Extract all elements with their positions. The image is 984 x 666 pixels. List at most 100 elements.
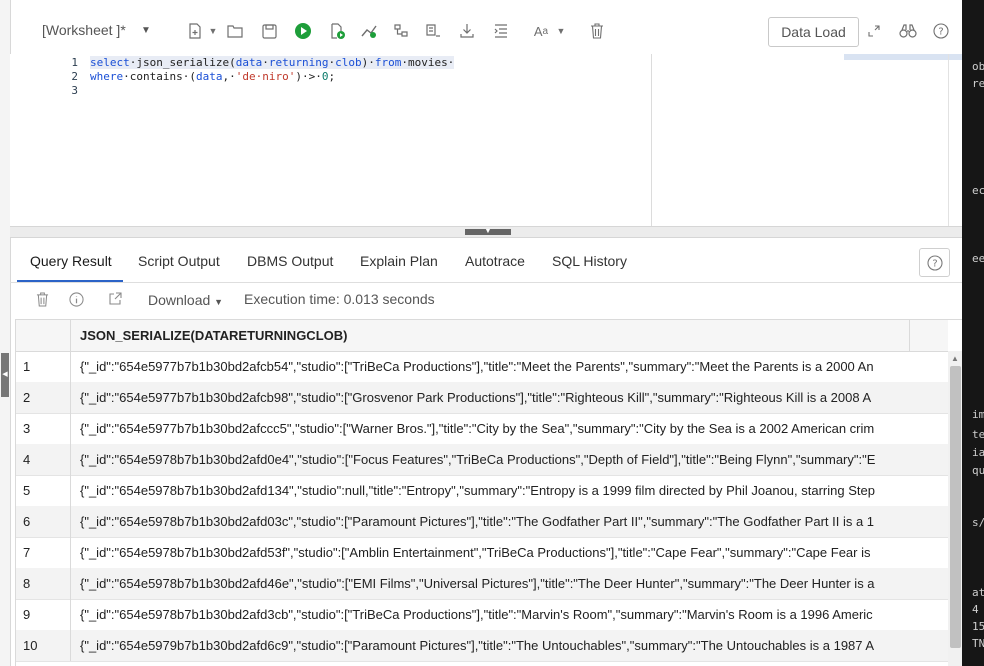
run-script-icon[interactable] bbox=[326, 20, 348, 42]
data-load-button[interactable]: Data Load bbox=[768, 17, 859, 47]
download-label: Download bbox=[148, 292, 211, 308]
code-line-2: where·contains·(data,·'de·niro')·>·0; bbox=[90, 70, 336, 83]
json-cell[interactable]: {"_id":"654e5978b7b1b30bd2afd0e4","studi… bbox=[80, 452, 909, 467]
line-number: 2 bbox=[71, 70, 78, 83]
expand-icon[interactable] bbox=[863, 20, 885, 42]
new-worksheet-dropdown-icon[interactable]: ▼ bbox=[202, 20, 224, 42]
table-row[interactable]: 9 {"_id":"654e5978b7b1b30bd2afd3cb","stu… bbox=[16, 599, 948, 631]
sql-worksheet-app: ◀ [Worksheet ]* ▼ ▼ A a ▼ Data Load ? 1 … bbox=[0, 0, 962, 666]
active-tab-indicator bbox=[17, 280, 123, 282]
open-folder-icon[interactable] bbox=[224, 20, 246, 42]
code-line-1: select·json_serialize(data·returning·clo… bbox=[90, 56, 455, 69]
grid-header: JSON_SERIALIZE(DATARETURNINGCLOB) bbox=[16, 320, 948, 352]
sql-code[interactable]: select·json_serialize(data·returning·clo… bbox=[90, 56, 455, 98]
table-row[interactable]: 2 {"_id":"654e5977b7b1b30bd2afcb98","stu… bbox=[16, 382, 948, 414]
sql-history-icon[interactable] bbox=[422, 20, 444, 42]
sql-editor[interactable]: 1 2 3 select·json_serialize(data·returni… bbox=[10, 54, 962, 226]
run-statement-icon[interactable] bbox=[292, 20, 314, 42]
row-number: 1 bbox=[23, 359, 31, 374]
explain-plan-icon[interactable] bbox=[358, 20, 380, 42]
terminal-text: ee bbox=[972, 252, 984, 265]
table-row[interactable]: 10 {"_id":"654e5979b7b1b30bd2afd6c9","st… bbox=[16, 630, 948, 662]
row-number-cell: 9 bbox=[16, 599, 71, 630]
tab-explain-plan[interactable]: Explain Plan bbox=[360, 253, 438, 269]
row-number: 8 bbox=[23, 576, 31, 591]
row-number-cell: 3 bbox=[16, 413, 71, 444]
json-cell[interactable]: {"_id":"654e5978b7b1b30bd2afd53f","studi… bbox=[80, 545, 909, 560]
scrollbar-thumb[interactable] bbox=[950, 366, 961, 648]
text-case-dropdown-icon[interactable]: ▼ bbox=[550, 20, 572, 42]
autotrace-icon[interactable] bbox=[390, 20, 412, 42]
row-number-cell: 7 bbox=[16, 537, 71, 568]
tab-script-output[interactable]: Script Output bbox=[138, 253, 220, 269]
row-number-header bbox=[16, 320, 71, 351]
json-cell[interactable]: {"_id":"654e5977b7b1b30bd2afcb54","studi… bbox=[80, 359, 909, 374]
table-row[interactable]: 6 {"_id":"654e5978b7b1b30bd2afd03c","stu… bbox=[16, 506, 948, 538]
tab-query-result[interactable]: Query Result bbox=[30, 253, 112, 269]
worksheet-dropdown-icon[interactable]: ▼ bbox=[141, 25, 151, 36]
help-icon[interactable]: ? bbox=[930, 20, 952, 42]
open-external-icon[interactable] bbox=[105, 289, 125, 309]
download-dropdown[interactable]: Download ▼ bbox=[148, 292, 223, 308]
worksheet-tab-label[interactable]: [Worksheet ]* bbox=[42, 22, 126, 38]
table-row[interactable]: 8 {"_id":"654e5978b7b1b30bd2afd46e","stu… bbox=[16, 568, 948, 600]
table-row[interactable]: 1 {"_id":"654e5977b7b1b30bd2afcb54","stu… bbox=[16, 351, 948, 383]
line-number: 1 bbox=[71, 56, 78, 69]
tab-autotrace[interactable]: Autotrace bbox=[465, 253, 525, 269]
table-row[interactable]: 3 {"_id":"654e5977b7b1b30bd2afccc5","stu… bbox=[16, 413, 948, 445]
expand-panel-handle[interactable]: ◀ bbox=[1, 353, 9, 397]
tab-dbms-output[interactable]: DBMS Output bbox=[247, 253, 333, 269]
editor-divider bbox=[651, 54, 652, 226]
format-icon[interactable] bbox=[490, 20, 512, 42]
terminal-text: 15 bbox=[972, 620, 984, 633]
table-row[interactable]: 4 {"_id":"654e5978b7b1b30bd2afd0e4","stu… bbox=[16, 444, 948, 476]
table-row[interactable]: 7 {"_id":"654e5978b7b1b30bd2afd53f","stu… bbox=[16, 537, 948, 569]
row-number-cell: 5 bbox=[16, 475, 71, 506]
editor-scrollbar[interactable] bbox=[948, 54, 949, 226]
terminal-text: re bbox=[972, 77, 984, 90]
row-number: 9 bbox=[23, 607, 31, 622]
clear-trash-icon[interactable] bbox=[586, 20, 608, 42]
row-number-cell: 10 bbox=[16, 630, 71, 661]
row-number: 3 bbox=[23, 421, 31, 436]
json-cell[interactable]: {"_id":"654e5977b7b1b30bd2afcb98","studi… bbox=[80, 390, 909, 405]
results-vertical-scrollbar[interactable]: ▲ bbox=[948, 351, 962, 666]
output-tabs: Query Result Script Output DBMS Output E… bbox=[10, 237, 962, 283]
row-number-cell: 1 bbox=[16, 351, 71, 382]
download-icon[interactable] bbox=[456, 20, 478, 42]
terminal-text: ia bbox=[972, 446, 984, 459]
json-cell[interactable]: {"_id":"654e5978b7b1b30bd2afd134","studi… bbox=[80, 483, 909, 498]
row-number: 4 bbox=[23, 452, 31, 467]
column-divider bbox=[909, 320, 910, 351]
background-terminal: ob re ec ee im te ia qu s/ at 4 15 TN bbox=[962, 0, 984, 666]
info-icon[interactable] bbox=[66, 289, 86, 309]
terminal-text: im bbox=[972, 408, 984, 421]
column-header[interactable]: JSON_SERIALIZE(DATARETURNINGCLOB) bbox=[80, 328, 347, 343]
text-case-icon[interactable]: Aa bbox=[530, 20, 552, 42]
terminal-text: at bbox=[972, 586, 984, 599]
row-number-cell: 8 bbox=[16, 568, 71, 599]
tab-sql-history[interactable]: SQL History bbox=[552, 253, 627, 269]
json-cell[interactable]: {"_id":"654e5978b7b1b30bd2afd3cb","studi… bbox=[80, 607, 909, 622]
row-number: 7 bbox=[23, 545, 31, 560]
json-cell[interactable]: {"_id":"654e5977b7b1b30bd2afccc5","studi… bbox=[80, 421, 909, 436]
json-cell[interactable]: {"_id":"654e5978b7b1b30bd2afd03c","studi… bbox=[80, 514, 909, 529]
save-icon[interactable] bbox=[258, 20, 280, 42]
json-cell[interactable]: {"_id":"654e5978b7b1b30bd2afd46e","studi… bbox=[80, 576, 909, 591]
clear-results-trash-icon[interactable] bbox=[32, 289, 52, 309]
execution-time: Execution time: 0.013 seconds bbox=[244, 291, 435, 307]
row-number: 6 bbox=[23, 514, 31, 529]
chevron-down-icon: ▼ bbox=[214, 297, 224, 307]
find-binoculars-icon[interactable] bbox=[897, 20, 919, 42]
line-number: 3 bbox=[71, 84, 78, 97]
row-number: 2 bbox=[23, 390, 31, 405]
terminal-text: te bbox=[972, 428, 984, 441]
json-cell[interactable]: {"_id":"654e5979b7b1b30bd2afd6c9","studi… bbox=[80, 638, 909, 653]
scroll-up-arrow-icon[interactable]: ▲ bbox=[951, 354, 959, 363]
results-help-button[interactable]: ? bbox=[919, 248, 950, 277]
terminal-text: s/ bbox=[972, 516, 984, 529]
table-row[interactable]: 5 {"_id":"654e5978b7b1b30bd2afd134","stu… bbox=[16, 475, 948, 507]
splitter-collapse-icon[interactable]: ▼ bbox=[465, 228, 511, 235]
row-number-cell: 2 bbox=[16, 382, 71, 413]
editor-overview-highlight bbox=[844, 54, 962, 60]
